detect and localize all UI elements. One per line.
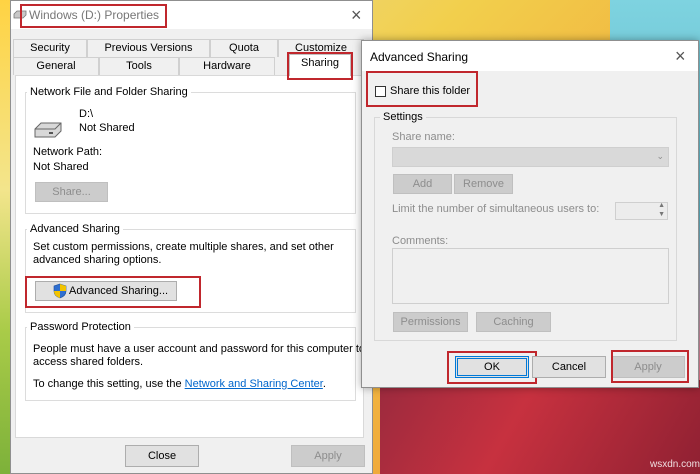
- chevron-down-icon: ⌄: [656, 151, 664, 161]
- advanced-sharing-button-label: Advanced Sharing...: [69, 285, 169, 297]
- tab-hardware[interactable]: Hardware: [179, 57, 275, 75]
- network-sharing-center-link[interactable]: Network and Sharing Center: [185, 378, 323, 390]
- add-button[interactable]: Add: [393, 174, 452, 194]
- close-icon[interactable]: ×: [351, 6, 362, 24]
- share-folder-checkbox[interactable]: [375, 86, 386, 97]
- window-title: Windows (D:) Properties: [29, 8, 160, 22]
- advanced-sharing-heading: Advanced Sharing: [27, 223, 123, 235]
- spinner-up-icon[interactable]: ▲: [658, 202, 665, 209]
- tab-quota[interactable]: Quota: [210, 39, 278, 57]
- apply-button[interactable]: Apply: [291, 445, 365, 467]
- comments-textarea[interactable]: [392, 248, 669, 304]
- properties-window: Windows (D:) Properties × Security Previ…: [10, 0, 373, 474]
- drive-icon: [34, 122, 62, 138]
- network-path-label: Network Path:: [33, 146, 103, 158]
- permissions-button[interactable]: Permissions: [393, 312, 468, 332]
- properties-titlebar: Windows (D:) Properties ×: [11, 1, 372, 29]
- dialog-title: Advanced Sharing: [370, 50, 469, 64]
- settings-heading: Settings: [380, 111, 426, 123]
- cancel-button[interactable]: Cancel: [532, 356, 606, 378]
- advanced-sharing-description: Set custom permissions, create multiple …: [33, 241, 334, 253]
- advanced-sharing-button[interactable]: Advanced Sharing...: [35, 281, 177, 301]
- apply-button[interactable]: Apply: [611, 356, 685, 378]
- share-name-combobox[interactable]: ⌄: [392, 147, 669, 167]
- dialog-titlebar: Advanced Sharing ×: [362, 41, 698, 71]
- watermark: wsxdn.com: [650, 459, 700, 470]
- remove-button[interactable]: Remove: [454, 174, 513, 194]
- password-protection-text: People must have a user account and pass…: [33, 343, 366, 355]
- drive-icon: [13, 10, 27, 19]
- password-protection-text: access shared folders.: [33, 356, 144, 368]
- tab-sharing[interactable]: Sharing: [289, 54, 351, 76]
- advanced-sharing-dialog: Advanced Sharing × Share this folder Set…: [361, 40, 699, 388]
- ok-button-label: OK: [484, 361, 500, 373]
- share-folder-label[interactable]: Share this folder: [390, 85, 470, 97]
- caching-button[interactable]: Caching: [476, 312, 551, 332]
- share-button[interactable]: Share...: [35, 182, 108, 202]
- share-name-label: Share name:: [392, 131, 455, 143]
- comments-label: Comments:: [392, 235, 449, 247]
- ok-button[interactable]: OK: [455, 356, 529, 378]
- tab-general[interactable]: General: [13, 57, 99, 75]
- network-path-value: Not Shared: [33, 161, 89, 173]
- password-protection-change: To change this setting, use the Network …: [33, 378, 326, 390]
- tab-security[interactable]: Security: [13, 39, 87, 57]
- spinner-down-icon[interactable]: ▼: [658, 211, 665, 218]
- tab-previous-versions[interactable]: Previous Versions: [87, 39, 210, 57]
- drive-share-status: Not Shared: [79, 122, 135, 134]
- user-limit-spinner[interactable]: ▲ ▼: [615, 202, 668, 220]
- close-button[interactable]: Close: [125, 445, 199, 467]
- uac-shield-icon: [53, 283, 67, 299]
- close-icon[interactable]: ×: [675, 47, 686, 65]
- limit-users-label: Limit the number of simultaneous users t…: [392, 203, 600, 215]
- advanced-sharing-description: advanced sharing options.: [33, 254, 162, 266]
- drive-name: D:\: [79, 108, 94, 120]
- tab-tools[interactable]: Tools: [99, 57, 179, 75]
- password-protection-heading: Password Protection: [27, 321, 134, 333]
- network-sharing-heading: Network File and Folder Sharing: [27, 86, 191, 98]
